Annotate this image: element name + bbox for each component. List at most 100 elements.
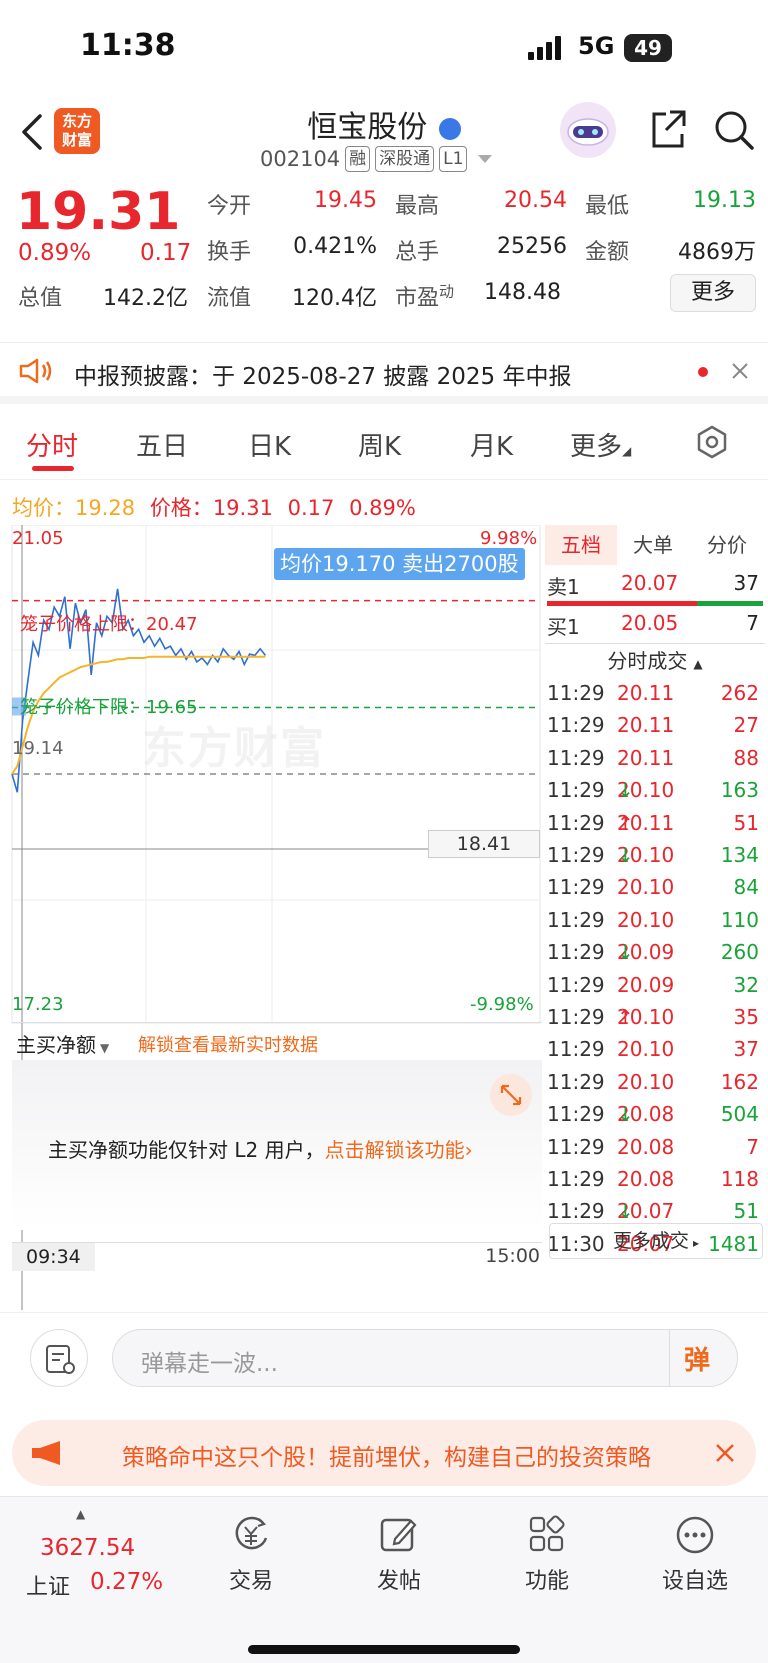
trade-volume: 51 (733, 1199, 759, 1224)
tab-monthly-k[interactable]: 月K (470, 426, 513, 463)
book-tab-large[interactable]: 大单 (617, 525, 689, 565)
danmaku-send-button[interactable]: 弹 (669, 1330, 737, 1386)
trade-time: 11:29 (547, 1199, 605, 1224)
trade-time: 11:29 (547, 1069, 605, 1094)
trade-volume: 260 (720, 940, 759, 965)
tag-sz-connect: 深股通 (375, 146, 435, 172)
net-buy-body-link-text: 点击解锁该功能 (324, 1138, 465, 1162)
nav-trade[interactable]: 交易 (196, 1513, 306, 1595)
trade-volume: 7 (746, 1134, 759, 1159)
tag-level: L1 (439, 146, 468, 172)
tab-weekly-k[interactable]: 周K (358, 426, 401, 463)
robot-avatar[interactable] (560, 102, 616, 158)
nav-post[interactable]: 发帖 (344, 1513, 454, 1595)
time-start-label: 09:34 (12, 1243, 95, 1271)
stock-sub[interactable]: 002104 融 深股通 L1 (260, 144, 493, 174)
trade-time: 11:29 (547, 745, 605, 770)
tab-daily-k[interactable]: 日K (248, 426, 291, 463)
notice-text: 中报预披露：于 2025-08-27 披露 2025 年中报 (74, 364, 572, 390)
nav-add-watchlist-label: 设自选 (661, 1569, 728, 1594)
close-icon[interactable] (730, 361, 750, 381)
trade-row: 11:29 20.10 84 (545, 875, 763, 907)
trade-row: 11:29 20.11 ↑ 51 (545, 811, 763, 843)
promo-close-icon[interactable] (714, 1442, 736, 1464)
nav-function[interactable]: 功能 (492, 1513, 602, 1595)
net-buy-body-link[interactable]: 点击解锁该功能› (325, 1138, 473, 1162)
search-icon[interactable] (712, 108, 756, 152)
low-label: 最低 (585, 194, 630, 219)
pe-value: 148.48 (484, 280, 561, 305)
bid-ask-ratio-bar (547, 601, 763, 606)
trade-volume: 35 (733, 1005, 759, 1029)
trade-direction-icon: ↓ (617, 940, 634, 965)
trade-time: 11:29 (547, 1167, 605, 1191)
tag-margin: 融 (345, 146, 371, 172)
battery-level: 49 (634, 36, 662, 60)
high-label: 最高 (395, 194, 440, 219)
stock-title: 恒宝股份 (307, 110, 428, 145)
megaphone-icon (30, 1440, 66, 1466)
tab-five-day[interactable]: 五日 (136, 426, 188, 463)
pe-label-text: 市盈 (395, 286, 440, 311)
trade-price-value: 20.11 (617, 745, 675, 770)
trade-row: 11:29 20.10 37 (545, 1037, 763, 1069)
net-buy-dropdown[interactable]: 主买净额 ▼ (16, 1029, 109, 1058)
index-widget[interactable]: ▲ 3627.54 上证 0.27% (20, 1507, 180, 1607)
expand-icon[interactable] (490, 1074, 532, 1116)
tab-intraday[interactable]: 分时 (26, 426, 78, 463)
time-axis: 09:34 15:00 (12, 1242, 542, 1271)
network-label: 5G (578, 32, 615, 60)
ask-row: 卖1 20.07 37 (545, 571, 763, 603)
change-pct: 0.89% (18, 240, 92, 266)
amount-value: 4869万 (678, 240, 756, 265)
bid-price: 20.05 (621, 611, 679, 635)
book-tab-price[interactable]: 分价 (689, 525, 765, 565)
share-icon[interactable] (648, 108, 688, 152)
more-trades-label: 更多成交 (612, 1230, 689, 1252)
danmaku-settings-icon[interactable] (30, 1329, 88, 1387)
chart-tooltip: 均价19.170 卖出2700股 (274, 548, 525, 580)
legend-change: 0.17 (287, 496, 335, 520)
low-value: 19.13 (693, 188, 756, 213)
trade-direction-icon: ↓ (617, 843, 634, 867)
volume-label: 总手 (395, 240, 440, 265)
trade-direction-icon: ↓ (617, 1102, 634, 1127)
more-trades-caret-icon: ▸ (692, 1236, 700, 1250)
notice-bar[interactable]: 中报预披露：于 2025-08-27 披露 2025 年中报 (0, 342, 768, 404)
y-top-label: 21.05 (12, 528, 64, 549)
nav-add-watchlist[interactable]: 设自选 (640, 1513, 750, 1595)
tab-more-label: 更多 (570, 432, 623, 462)
trade-time: 11:29 (547, 1037, 605, 1062)
mktcap-value: 142.2亿 (103, 286, 188, 311)
open-label: 今开 (207, 194, 252, 219)
grid-icon (492, 1513, 602, 1557)
tab-more[interactable]: 更多◢ (570, 426, 631, 463)
index-name: 上证 (26, 1575, 71, 1600)
intraday-chart-area: 均价：19.28 价格：19.31 0.17 0.89% 21.05 9.98%… (0, 480, 545, 1310)
legend-price-label: 价格： (149, 496, 213, 520)
settings-icon[interactable] (694, 424, 730, 460)
high-value: 20.54 (504, 188, 567, 213)
trade-row: 11:29 20.10 ↓ 163 (545, 778, 763, 810)
danmaku-input[interactable]: 弹幕走一波... 弹 (112, 1329, 738, 1387)
book-tab-level5[interactable]: 五档 (545, 525, 617, 565)
danmaku-send-label: 弹 (684, 1346, 711, 1376)
more-trades-button[interactable]: 更多成交 ▸ (549, 1223, 763, 1259)
y-bottom-pct: -9.98% (470, 994, 534, 1015)
nav-post-label: 发帖 (376, 1569, 421, 1594)
order-book: 五档 大单 分价 卖1 20.07 37 买1 20.05 7 分时成交 ▲ 11… (545, 525, 768, 1310)
trade-time: 11:29 (547, 778, 605, 803)
trade-row: 11:29 20.10 ↓ 134 (545, 843, 763, 875)
trade-volume: 32 (733, 972, 759, 997)
trade-time: 11:29 (547, 843, 605, 867)
legend-pct: 0.89% (349, 496, 416, 520)
trade-volume: 51 (733, 810, 759, 835)
net-buy-unlock-link[interactable]: 解锁查看最新实时数据 (138, 1031, 318, 1057)
bid-volume: 7 (746, 611, 759, 635)
promo-banner[interactable]: 策略命中这只个股！提前埋伏，构建自己的投资策略 (12, 1420, 756, 1486)
ask-label: 卖1 (547, 575, 580, 599)
more-button[interactable]: 更多 (670, 274, 756, 312)
watermark: 东方财富 (142, 723, 326, 774)
y-bottom-label: 17.23 (12, 994, 64, 1015)
trade-price-value: 20.10 (617, 907, 675, 932)
